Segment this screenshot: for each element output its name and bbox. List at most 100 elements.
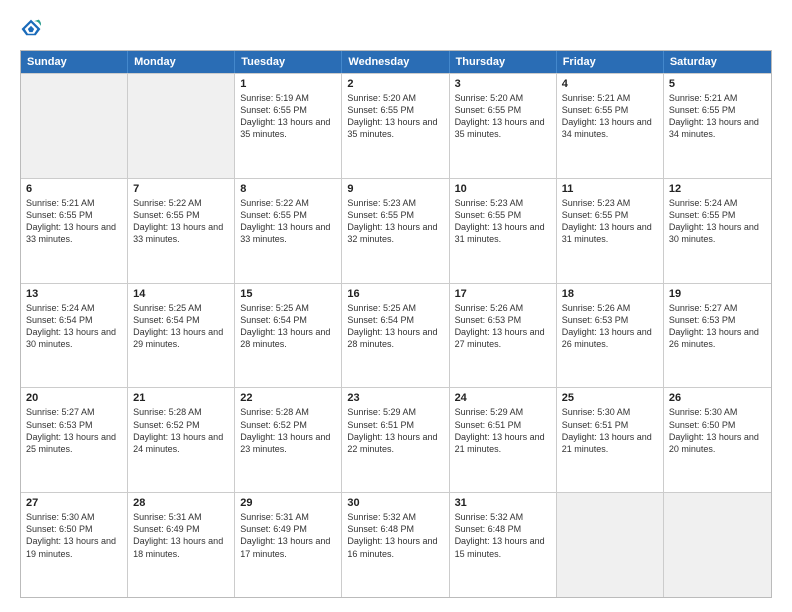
calendar: SundayMondayTuesdayWednesdayThursdayFrid… xyxy=(20,50,772,598)
day-number: 26 xyxy=(669,392,766,404)
day-number: 7 xyxy=(133,183,229,195)
day-info: Sunrise: 5:27 AM Sunset: 6:53 PM Dayligh… xyxy=(669,302,766,351)
day-info: Sunrise: 5:23 AM Sunset: 6:55 PM Dayligh… xyxy=(455,197,551,246)
cal-cell: 26 Sunrise: 5:30 AM Sunset: 6:50 PM Dayli… xyxy=(664,388,771,492)
cal-cell: 2Sunrise: 5:20 AM Sunset: 6:55 PM Daylig… xyxy=(342,74,449,178)
week-row-5: 27 Sunrise: 5:30 AM Sunset: 6:50 PM Dayli… xyxy=(21,492,771,597)
cal-cell: 21 Sunrise: 5:28 AM Sunset: 6:52 PM Dayli… xyxy=(128,388,235,492)
day-info: Sunrise: 5:19 AM Sunset: 6:55 PM Dayligh… xyxy=(240,92,336,141)
day-info: Sunrise: 5:32 AM Sunset: 6:48 PM Dayligh… xyxy=(455,511,551,560)
day-header-sunday: Sunday xyxy=(21,51,128,73)
day-number: 14 xyxy=(133,288,229,300)
cal-cell: 13 Sunrise: 5:24 AM Sunset: 6:54 PM Dayli… xyxy=(21,284,128,388)
day-info: Sunrise: 5:30 AM Sunset: 6:50 PM Dayligh… xyxy=(669,406,766,455)
week-row-4: 20 Sunrise: 5:27 AM Sunset: 6:53 PM Dayli… xyxy=(21,387,771,492)
day-header-friday: Friday xyxy=(557,51,664,73)
day-number: 17 xyxy=(455,288,551,300)
day-info: Sunrise: 5:22 AM Sunset: 6:55 PM Dayligh… xyxy=(240,197,336,246)
day-number: 15 xyxy=(240,288,336,300)
cal-cell xyxy=(664,493,771,597)
cal-cell: 15 Sunrise: 5:25 AM Sunset: 6:54 PM Dayli… xyxy=(235,284,342,388)
day-info: Sunrise: 5:25 AM Sunset: 6:54 PM Dayligh… xyxy=(133,302,229,351)
day-number: 24 xyxy=(455,392,551,404)
cal-cell: 22 Sunrise: 5:28 AM Sunset: 6:52 PM Dayli… xyxy=(235,388,342,492)
day-header-tuesday: Tuesday xyxy=(235,51,342,73)
day-number: 27 xyxy=(26,497,122,509)
day-info: Sunrise: 5:26 AM Sunset: 6:53 PM Dayligh… xyxy=(562,302,658,351)
day-info: Sunrise: 5:21 AM Sunset: 6:55 PM Dayligh… xyxy=(562,92,658,141)
cal-cell: 19 Sunrise: 5:27 AM Sunset: 6:53 PM Dayli… xyxy=(664,284,771,388)
day-number: 21 xyxy=(133,392,229,404)
cal-cell: 5 Sunrise: 5:21 AM Sunset: 6:55 PM Daylig… xyxy=(664,74,771,178)
cal-cell: 16Sunrise: 5:25 AM Sunset: 6:54 PM Dayli… xyxy=(342,284,449,388)
day-info: Sunrise: 5:21 AM Sunset: 6:55 PM Dayligh… xyxy=(669,92,766,141)
day-number: 16 xyxy=(347,288,443,300)
day-info: Sunrise: 5:28 AM Sunset: 6:52 PM Dayligh… xyxy=(240,406,336,455)
day-number: 25 xyxy=(562,392,658,404)
week-row-3: 13 Sunrise: 5:24 AM Sunset: 6:54 PM Dayli… xyxy=(21,283,771,388)
day-info: Sunrise: 5:23 AM Sunset: 6:55 PM Dayligh… xyxy=(562,197,658,246)
day-number: 20 xyxy=(26,392,122,404)
day-number: 22 xyxy=(240,392,336,404)
cal-cell: 24 Sunrise: 5:29 AM Sunset: 6:51 PM Dayli… xyxy=(450,388,557,492)
cal-cell: 23 Sunrise: 5:29 AM Sunset: 6:51 PM Dayli… xyxy=(342,388,449,492)
cal-cell: 4 Sunrise: 5:21 AM Sunset: 6:55 PM Daylig… xyxy=(557,74,664,178)
day-info: Sunrise: 5:22 AM Sunset: 6:55 PM Dayligh… xyxy=(133,197,229,246)
day-number: 11 xyxy=(562,183,658,195)
page: SundayMondayTuesdayWednesdayThursdayFrid… xyxy=(0,0,792,612)
cal-cell: 28 Sunrise: 5:31 AM Sunset: 6:49 PM Dayli… xyxy=(128,493,235,597)
day-number: 8 xyxy=(240,183,336,195)
day-number: 30 xyxy=(347,497,443,509)
cal-cell xyxy=(128,74,235,178)
day-number: 2 xyxy=(347,78,443,90)
logo xyxy=(20,18,46,40)
day-info: Sunrise: 5:21 AM Sunset: 6:55 PM Dayligh… xyxy=(26,197,122,246)
day-info: Sunrise: 5:31 AM Sunset: 6:49 PM Dayligh… xyxy=(133,511,229,560)
day-info: Sunrise: 5:20 AM Sunset: 6:55 PM Dayligh… xyxy=(455,92,551,141)
day-number: 19 xyxy=(669,288,766,300)
cal-cell: 10Sunrise: 5:23 AM Sunset: 6:55 PM Dayli… xyxy=(450,179,557,283)
day-number: 3 xyxy=(455,78,551,90)
cal-cell xyxy=(557,493,664,597)
day-info: Sunrise: 5:27 AM Sunset: 6:53 PM Dayligh… xyxy=(26,406,122,455)
day-info: Sunrise: 5:29 AM Sunset: 6:51 PM Dayligh… xyxy=(455,406,551,455)
day-number: 28 xyxy=(133,497,229,509)
cal-cell: 29 Sunrise: 5:31 AM Sunset: 6:49 PM Dayli… xyxy=(235,493,342,597)
day-header-saturday: Saturday xyxy=(664,51,771,73)
day-number: 1 xyxy=(240,78,336,90)
week-row-2: 6 Sunrise: 5:21 AM Sunset: 6:55 PM Daylig… xyxy=(21,178,771,283)
day-header-monday: Monday xyxy=(128,51,235,73)
cal-cell: 30Sunrise: 5:32 AM Sunset: 6:48 PM Dayli… xyxy=(342,493,449,597)
day-number: 5 xyxy=(669,78,766,90)
cal-cell: 9 Sunrise: 5:23 AM Sunset: 6:55 PM Daylig… xyxy=(342,179,449,283)
day-number: 29 xyxy=(240,497,336,509)
day-number: 6 xyxy=(26,183,122,195)
day-number: 13 xyxy=(26,288,122,300)
day-info: Sunrise: 5:24 AM Sunset: 6:54 PM Dayligh… xyxy=(26,302,122,351)
day-info: Sunrise: 5:29 AM Sunset: 6:51 PM Dayligh… xyxy=(347,406,443,455)
cal-cell: 12Sunrise: 5:24 AM Sunset: 6:55 PM Dayli… xyxy=(664,179,771,283)
day-info: Sunrise: 5:25 AM Sunset: 6:54 PM Dayligh… xyxy=(240,302,336,351)
cal-cell xyxy=(21,74,128,178)
calendar-header: SundayMondayTuesdayWednesdayThursdayFrid… xyxy=(21,51,771,73)
day-number: 9 xyxy=(347,183,443,195)
day-number: 4 xyxy=(562,78,658,90)
cal-cell: 25Sunrise: 5:30 AM Sunset: 6:51 PM Dayli… xyxy=(557,388,664,492)
day-info: Sunrise: 5:28 AM Sunset: 6:52 PM Dayligh… xyxy=(133,406,229,455)
day-number: 12 xyxy=(669,183,766,195)
header xyxy=(20,18,772,40)
cal-cell: 18 Sunrise: 5:26 AM Sunset: 6:53 PM Dayli… xyxy=(557,284,664,388)
day-header-thursday: Thursday xyxy=(450,51,557,73)
day-info: Sunrise: 5:26 AM Sunset: 6:53 PM Dayligh… xyxy=(455,302,551,351)
day-number: 18 xyxy=(562,288,658,300)
cal-cell: 3 Sunrise: 5:20 AM Sunset: 6:55 PM Daylig… xyxy=(450,74,557,178)
cal-cell: 11 Sunrise: 5:23 AM Sunset: 6:55 PM Dayli… xyxy=(557,179,664,283)
cal-cell: 14 Sunrise: 5:25 AM Sunset: 6:54 PM Dayli… xyxy=(128,284,235,388)
day-info: Sunrise: 5:31 AM Sunset: 6:49 PM Dayligh… xyxy=(240,511,336,560)
cal-cell: 20 Sunrise: 5:27 AM Sunset: 6:53 PM Dayli… xyxy=(21,388,128,492)
cal-cell: 17 Sunrise: 5:26 AM Sunset: 6:53 PM Dayli… xyxy=(450,284,557,388)
day-info: Sunrise: 5:30 AM Sunset: 6:50 PM Dayligh… xyxy=(26,511,122,560)
cal-cell: 27 Sunrise: 5:30 AM Sunset: 6:50 PM Dayli… xyxy=(21,493,128,597)
day-number: 23 xyxy=(347,392,443,404)
day-info: Sunrise: 5:23 AM Sunset: 6:55 PM Dayligh… xyxy=(347,197,443,246)
